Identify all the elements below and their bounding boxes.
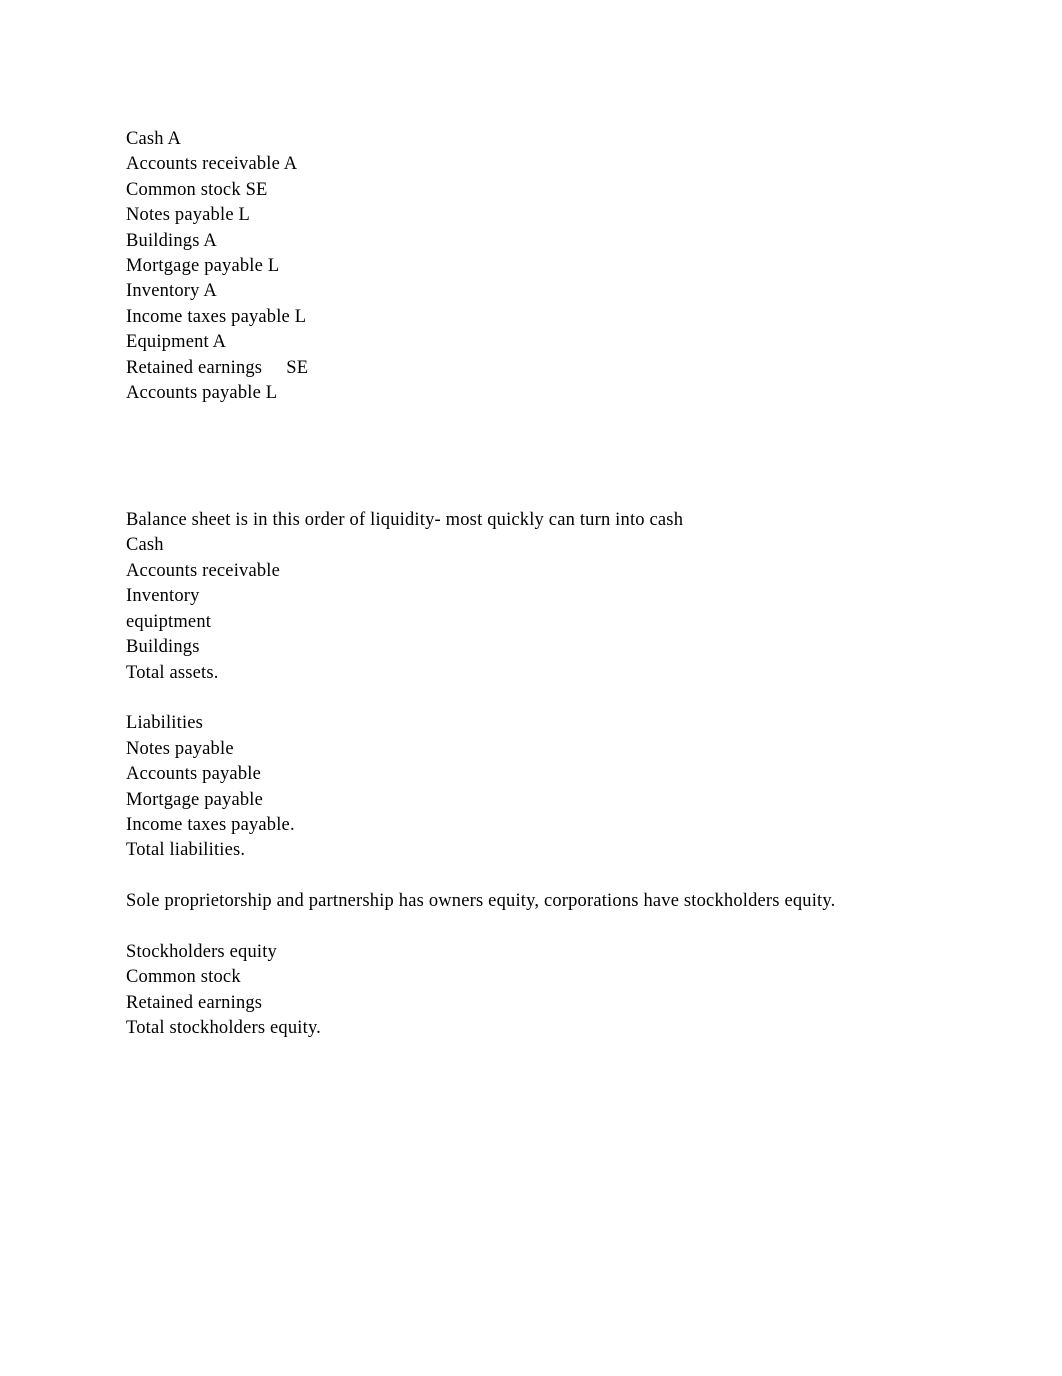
section-heading: Liabilities (126, 713, 204, 734)
list-item: Notes payable L (126, 205, 251, 226)
list-item: Accounts payable L (126, 383, 278, 404)
list-item: Inventory (126, 586, 200, 607)
stockholders-equity-list: Stockholders equity Common stock Retaine… (126, 940, 1062, 1042)
list-item: Mortgage payable L (126, 256, 280, 277)
liquidity-note: Balance sheet is in this order of liquid… (126, 510, 684, 531)
list-item: Cash A (126, 129, 182, 149)
list-item: Equipment A (126, 332, 227, 353)
total-assets-line: Total assets. (126, 662, 219, 683)
account-classification-list: Cash A Accounts receivable A Common stoc… (126, 127, 1062, 406)
document-page: Cash A Accounts receivable A Common stoc… (0, 0, 1062, 1376)
list-item: Common stock (126, 967, 241, 988)
list-item: Accounts receivable A (126, 154, 298, 175)
list-item: Cash (126, 535, 164, 556)
list-item: Income taxes payable. (126, 814, 295, 835)
list-item: equiptment (126, 611, 212, 632)
list-item: Common stock SE (126, 179, 268, 200)
assets-liquidity-order: Balance sheet is in this order of liquid… (126, 508, 1062, 686)
total-liabilities-line: Total liabilities. (126, 840, 246, 861)
list-item: Buildings (126, 637, 200, 658)
equity-note: Sole proprietorship and partnership has … (126, 889, 1062, 914)
list-item: Retained earnings (126, 992, 263, 1013)
total-stockholders-equity-line: Total stockholders equity. (126, 1018, 321, 1039)
list-item: Buildings A (126, 230, 217, 251)
list-item: Accounts receivable (126, 560, 281, 581)
list-item: Income taxes payable L (126, 306, 307, 327)
list-item: Inventory A (126, 281, 217, 302)
list-item: Notes payable (126, 738, 234, 759)
list-item: Accounts payable (126, 764, 261, 785)
section-heading: Stockholders equity (126, 941, 277, 962)
equity-note-text: Sole proprietorship and partnership has … (126, 891, 836, 912)
list-item: Retained earnings SE (126, 357, 309, 378)
list-item: Mortgage payable (126, 789, 264, 810)
liabilities-list: Liabilities Notes payable Accounts payab… (126, 711, 1062, 863)
